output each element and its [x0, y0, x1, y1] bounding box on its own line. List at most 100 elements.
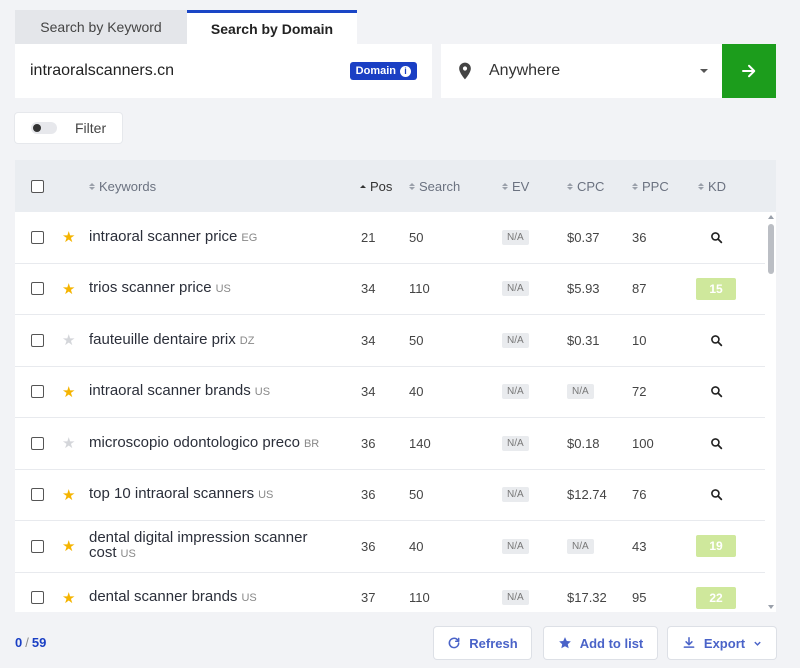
pos-cell: 36: [361, 435, 376, 451]
ev-cell: N/A: [502, 573, 529, 613]
row-checkbox[interactable]: [31, 230, 44, 244]
domain-badge[interactable]: Domain i: [349, 62, 417, 80]
search-volume-cell: 50: [409, 487, 424, 503]
sort-icon: [698, 182, 704, 190]
select-all-cell: [31, 160, 44, 212]
select-all-checkbox[interactable]: [31, 179, 44, 193]
table-body: ★ intraoral scanner price EG 21 50 N/A $0.37 36…: [15, 212, 765, 612]
download-icon: [683, 636, 695, 648]
row-checkbox-cell: [31, 212, 44, 263]
keyword-text[interactable]: top 10 intraoral scanners US: [89, 486, 273, 503]
search-volume-cell: 140: [409, 435, 431, 451]
kd-badge: 19: [696, 535, 736, 558]
column-ppc[interactable]: PPC: [632, 160, 669, 212]
ev-cell: N/A: [502, 418, 529, 469]
keyword-text[interactable]: dental scanner brands US: [89, 589, 257, 606]
table-header: Keywords Pos Search EV CPC PPC KD: [15, 160, 776, 212]
row-checkbox[interactable]: [31, 591, 44, 605]
ppc-cell: 95: [632, 590, 647, 606]
scrollbar-thumb[interactable]: [768, 224, 774, 274]
star-icon[interactable]: ★: [62, 434, 75, 452]
keyword-text[interactable]: dental digital impression scanner cost US: [89, 530, 339, 562]
filter-label: Filter: [75, 120, 107, 136]
keyword-label: intraoral scanner brands: [89, 382, 251, 400]
keyword-label: top 10 intraoral scanners: [89, 485, 255, 503]
chevron-down-icon: [754, 641, 761, 646]
column-ev[interactable]: EV: [502, 160, 529, 212]
keyword-text[interactable]: intraoral scanner brands US: [89, 383, 270, 400]
star-cell: ★: [62, 367, 75, 418]
ev-value: N/A: [502, 332, 529, 348]
refresh-button[interactable]: Refresh: [434, 627, 531, 659]
domain-input[interactable]: [30, 62, 350, 80]
column-kd[interactable]: KD: [698, 160, 726, 212]
search-submit-button[interactable]: [722, 44, 776, 98]
keyword-text[interactable]: intraoral scanner price EG: [89, 229, 257, 246]
filter-toggle[interactable]: Filter: [15, 113, 122, 143]
table-row[interactable]: ★ trios scanner price US 34 110 N/A $5.93 87 15: [15, 264, 765, 315]
scroll-down-icon[interactable]: [768, 605, 774, 609]
column-search[interactable]: Search: [409, 160, 460, 212]
table-row[interactable]: ★ intraoral scanner brands US 34 40 N/A N/A 72: [15, 367, 765, 418]
table-row[interactable]: ★ dental scanner brands US 37 110 N/A $17.32 95…: [15, 573, 765, 613]
column-pos[interactable]: Pos: [360, 160, 392, 212]
search-volume-cell: 110: [409, 590, 430, 606]
refresh-label: Refresh: [469, 635, 518, 651]
search-icon[interactable]: [710, 488, 723, 501]
star-icon[interactable]: ★: [62, 383, 75, 401]
keyword-text[interactable]: trios scanner price US: [89, 280, 231, 297]
pos-cell: 34: [361, 384, 376, 400]
column-cpc[interactable]: CPC: [567, 160, 604, 212]
toggle-switch[interactable]: [31, 122, 57, 134]
scroll-up-icon[interactable]: [768, 215, 774, 219]
star-icon[interactable]: ★: [62, 486, 75, 504]
add-to-list-button[interactable]: Add to list: [544, 627, 657, 659]
search-icon[interactable]: [710, 385, 723, 398]
star-cell: ★: [62, 418, 75, 469]
pos-cell: 21: [361, 229, 376, 245]
row-checkbox[interactable]: [31, 488, 44, 502]
export-button[interactable]: Export: [668, 627, 776, 659]
location-value: Anywhere: [489, 62, 561, 79]
table-row[interactable]: ★ microscopio odontologico preco BR 36 140 N/…: [15, 418, 765, 470]
star-icon[interactable]: ★: [62, 537, 75, 555]
keyword-text[interactable]: microscopio odontologico preco BR: [89, 435, 319, 452]
tab-search-by-domain[interactable]: Search by Domain: [187, 10, 357, 44]
table-row[interactable]: ★ dental digital impression scanner cost U…: [15, 521, 765, 573]
keyword-text[interactable]: fauteuille dentaire prix DZ: [89, 332, 254, 349]
table-scrollbar[interactable]: [765, 212, 776, 612]
row-checkbox[interactable]: [31, 282, 44, 296]
search-icon[interactable]: [710, 437, 723, 450]
star-icon[interactable]: ★: [62, 331, 75, 349]
star-icon[interactable]: ★: [62, 280, 75, 298]
cpc-cell: $0.18: [567, 435, 600, 451]
info-icon: i: [400, 65, 411, 77]
row-checkbox-cell: [31, 418, 44, 469]
star-icon[interactable]: ★: [62, 228, 75, 246]
row-checkbox-cell: [31, 573, 44, 613]
keyword-label: fauteuille dentaire prix: [89, 330, 236, 348]
cpc-cell: $5.93: [567, 281, 600, 297]
star-icon[interactable]: ★: [62, 589, 75, 607]
sort-icon: [567, 182, 573, 190]
table-row[interactable]: ★ top 10 intraoral scanners US 36 50 N/A $12.7…: [15, 470, 765, 521]
sort-ascending-icon: [360, 184, 366, 188]
tab-search-by-keyword[interactable]: Search by Keyword: [15, 10, 187, 44]
column-keywords[interactable]: Keywords: [89, 160, 156, 212]
row-checkbox[interactable]: [31, 333, 44, 347]
row-checkbox[interactable]: [31, 385, 44, 399]
map-pin-icon: [459, 62, 471, 80]
row-checkbox[interactable]: [31, 436, 44, 450]
keywords-table: Keywords Pos Search EV CPC PPC KD ★ intra…: [15, 160, 776, 612]
ev-cell: N/A: [502, 470, 529, 521]
total-count: 59: [31, 635, 47, 650]
search-icon[interactable]: [710, 334, 723, 347]
kd-cell: [710, 418, 723, 469]
search-icon[interactable]: [710, 231, 723, 244]
row-checkbox[interactable]: [31, 539, 44, 553]
table-row[interactable]: ★ intraoral scanner price EG 21 50 N/A $0.37 36: [15, 212, 765, 264]
location-select[interactable]: Anywhere: [441, 44, 722, 98]
table-row[interactable]: ★ fauteuille dentaire prix DZ 34 50 N/A $0.31 1…: [15, 315, 765, 367]
column-ppc-label: PPC: [642, 178, 669, 194]
sort-icon: [502, 182, 508, 190]
